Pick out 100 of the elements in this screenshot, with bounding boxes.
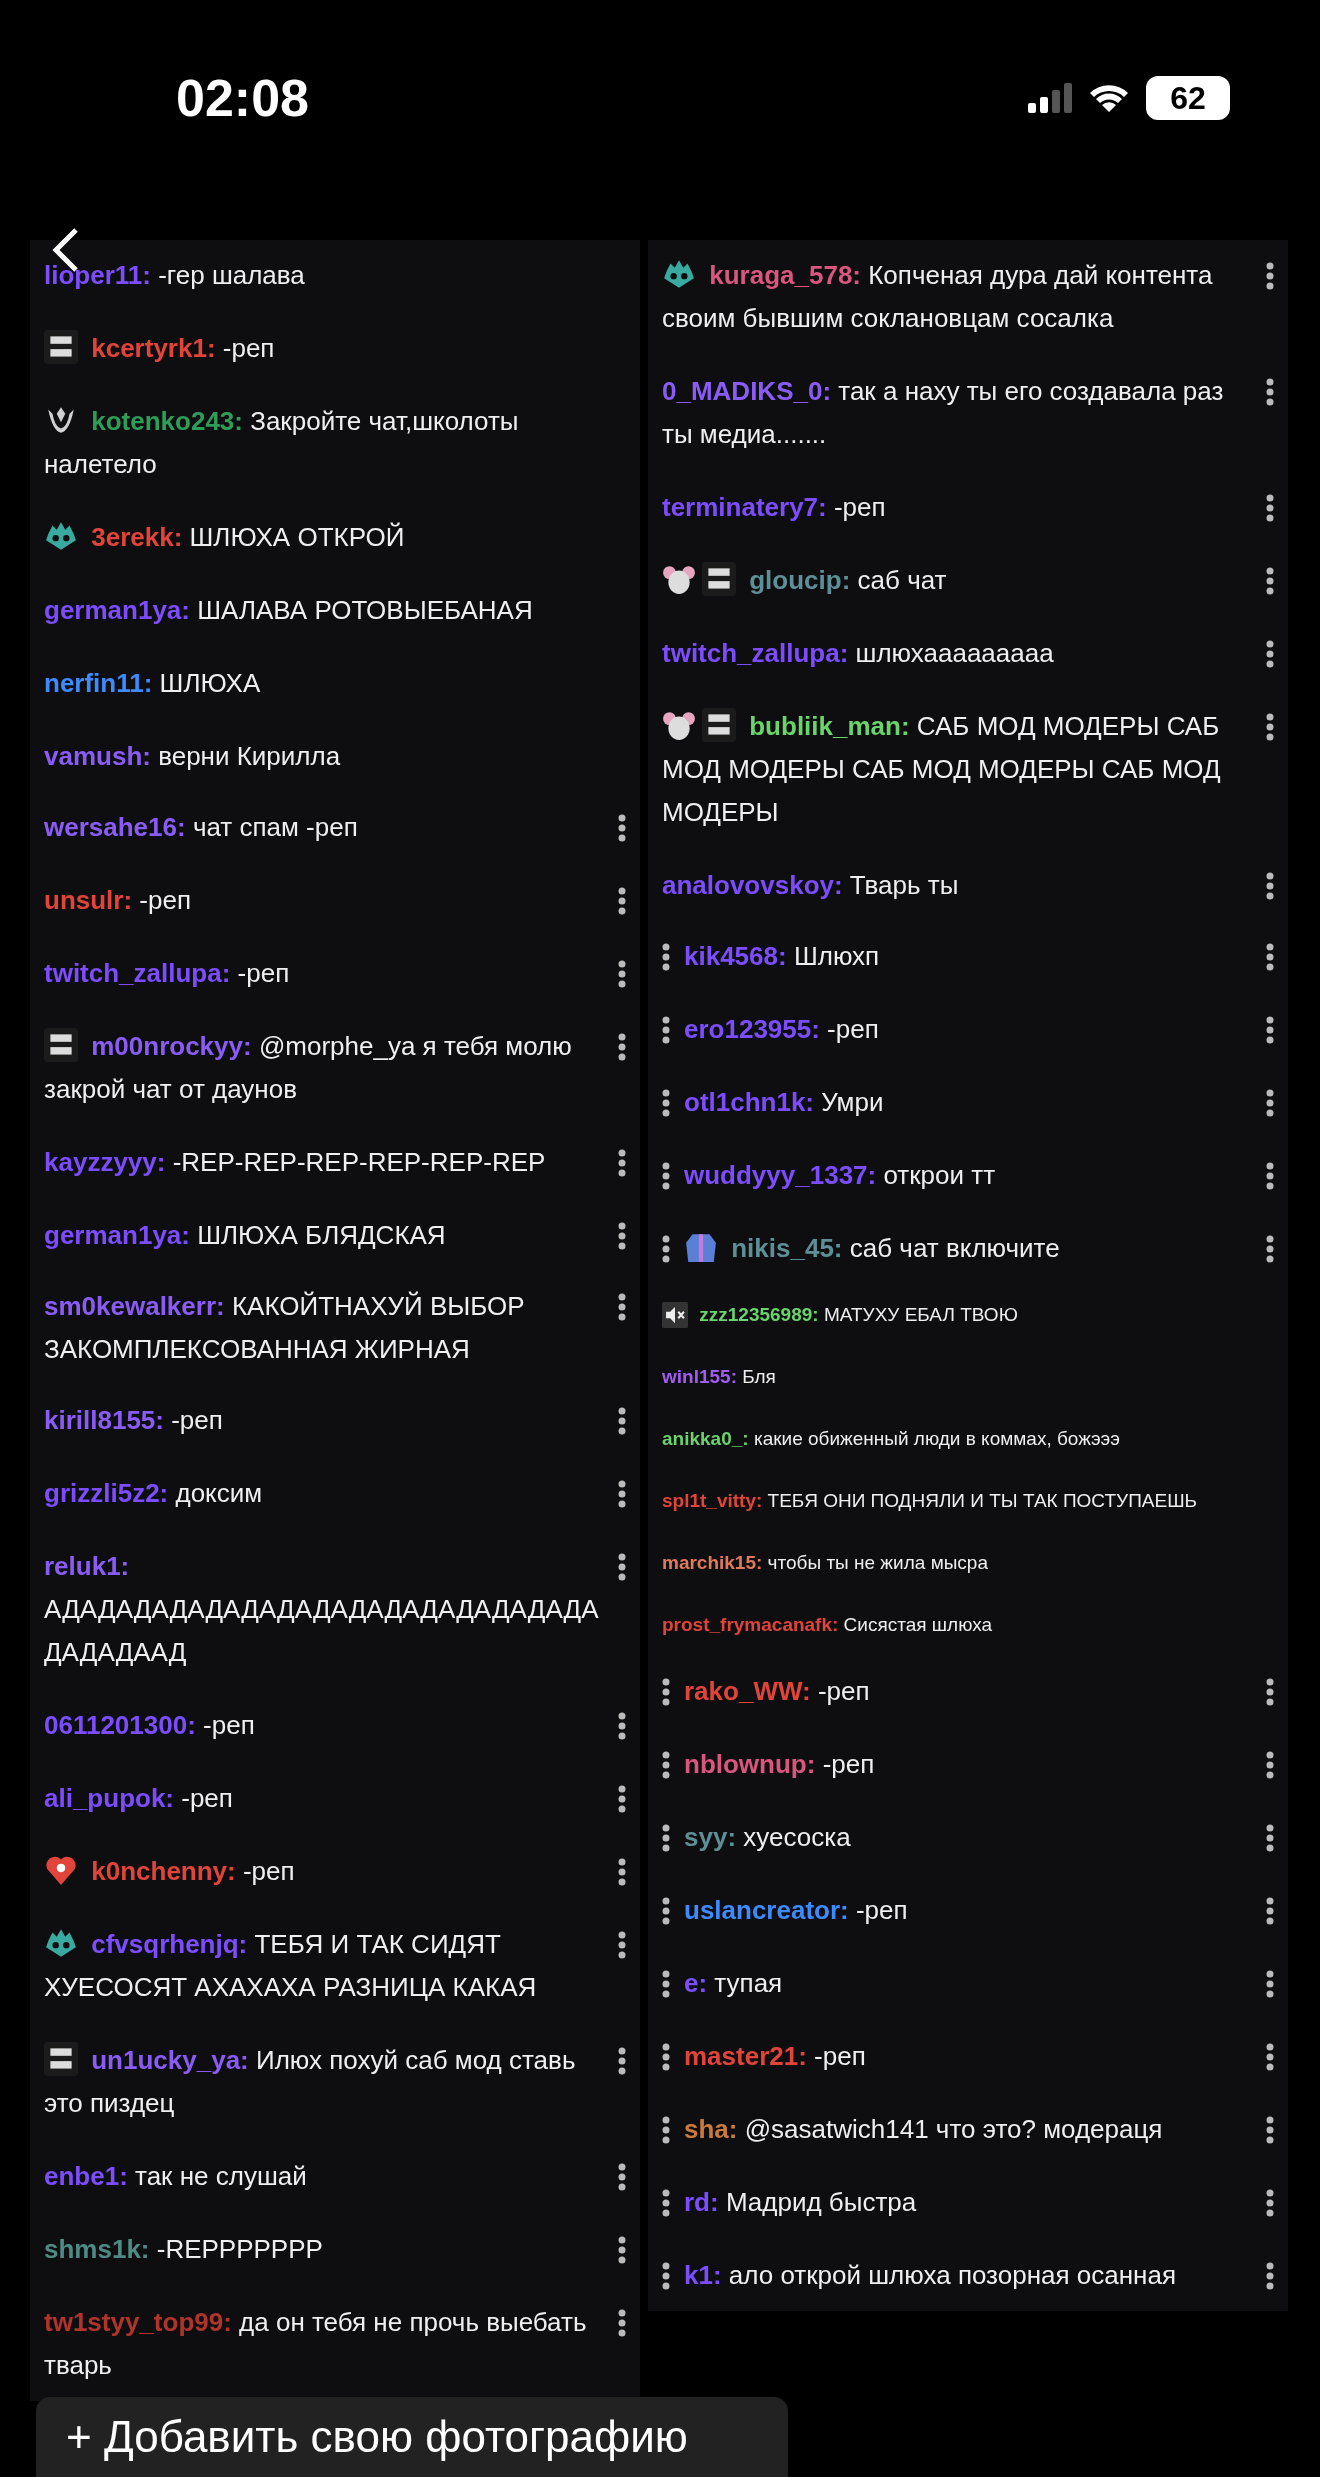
chat-message: lioper11: -гер шалава [44, 259, 306, 292]
more-icon[interactable] [1266, 1016, 1274, 1044]
more-icon[interactable] [618, 1149, 626, 1177]
chat-message: e: тупая [684, 1967, 784, 2000]
more-icon[interactable] [1266, 1897, 1274, 1925]
signal-icon [1028, 83, 1072, 113]
more-icon[interactable] [662, 2189, 670, 2217]
chat-message: sha: @sasatwich141 что это? модераця [684, 2113, 1164, 2146]
chat-message: winl155: Бля [662, 1365, 777, 1389]
badge-icon [44, 2042, 78, 2076]
more-icon[interactable] [662, 1016, 670, 1044]
chat-message: rako_WW: -реп [684, 1675, 871, 1708]
more-icon[interactable] [1266, 713, 1274, 741]
chat-message: german1ya: ШЛЮХА БЛЯДСКАЯ [44, 1219, 447, 1252]
chat-message: nerfin11: ШЛЮХА [44, 667, 262, 700]
chat-message: anikka0_: какие обиженный люди в коммах, божэээ [662, 1427, 1121, 1451]
chat-message: ali_pupok: -реп [44, 1782, 234, 1815]
chat-message: marchik15: чтобы ты не жила мысра [662, 1551, 989, 1575]
badge-icon [702, 708, 736, 742]
chat-message: kik4568: Шлюхп [684, 940, 881, 973]
more-icon[interactable] [662, 943, 670, 971]
more-icon[interactable] [618, 2047, 626, 2075]
more-icon[interactable] [1266, 2189, 1274, 2217]
chat-message: zzz12356989: МАТУХУ ЕБАЛ ТВОЮ [662, 1294, 1274, 1336]
more-icon[interactable] [618, 1407, 626, 1435]
more-icon[interactable] [1266, 1970, 1274, 1998]
more-icon[interactable] [1266, 1235, 1274, 1263]
chat-message: twitch_zallupa: шлюхааааааааа [662, 637, 1055, 670]
chat-message: gloucip: саб чат [662, 559, 1252, 602]
muted-speaker-icon [662, 1302, 688, 1328]
more-icon[interactable] [662, 2043, 670, 2071]
more-icon[interactable] [1266, 1089, 1274, 1117]
more-icon[interactable] [618, 2309, 626, 2337]
more-icon[interactable] [1266, 378, 1274, 406]
chat-message: kirill8155: -реп [44, 1404, 224, 1437]
chat-message: kotenko243: Закройте чат,школоты налетело [44, 400, 626, 486]
chat-message: bubliik_man: САБ МОД МОДЕРЫ САБ МОД МОДЕРЫ САБ МОД МОДЕРЫ САБ МОД МОДЕРЫ [662, 705, 1252, 834]
chat-message: wuddyyy_1337: открои тт [684, 1159, 997, 1192]
more-icon[interactable] [1266, 494, 1274, 522]
more-icon[interactable] [1266, 1678, 1274, 1706]
chat-message: twitch_zallupa: -реп [44, 957, 291, 990]
more-icon[interactable] [662, 1970, 670, 1998]
more-icon[interactable] [1266, 943, 1274, 971]
more-icon[interactable] [618, 1712, 626, 1740]
more-icon[interactable] [618, 1931, 626, 1959]
battery-icon: 62 [1146, 76, 1230, 120]
chat-message: unsulr: -реп [44, 884, 192, 917]
chat-message: 3erekk: ШЛЮХА ОТКРОЙ [44, 516, 626, 559]
chat-message: m00nrockyy: @morphe_ya я тебя молю закрой чат от даунов [44, 1025, 604, 1111]
chat-message: kcertyrk1: -реп [44, 327, 626, 370]
chat-message: vamush: верни Кирилла [44, 740, 342, 773]
more-icon[interactable] [618, 1222, 626, 1250]
more-icon[interactable] [618, 2236, 626, 2264]
chat-message: ero123955: -реп [684, 1013, 880, 1046]
chat-message: uslancreator: -реп [684, 1894, 909, 1927]
more-icon[interactable] [662, 2262, 670, 2290]
chat-message: sm0kewalkerr: КАКОЙТНАХУЙ ВЫБОР ЗАКОМПЛЕКСОВАННАЯ ЖИРНАЯ [44, 1290, 526, 1366]
more-icon[interactable] [618, 1785, 626, 1813]
more-icon[interactable] [1266, 640, 1274, 668]
status-time: 02:08 [176, 68, 309, 128]
more-icon[interactable] [618, 2163, 626, 2191]
more-icon[interactable] [1266, 1824, 1274, 1852]
more-icon[interactable] [662, 1751, 670, 1779]
more-icon[interactable] [1266, 1162, 1274, 1190]
chat-message: kuraga_578: Копченая дура дай контента своим бывшим сокланoвцам сосалка [662, 254, 1252, 340]
more-icon[interactable] [1266, 2043, 1274, 2071]
more-icon[interactable] [618, 1033, 626, 1061]
chat-message: nblownup: -реп [684, 1748, 876, 1781]
more-icon[interactable] [618, 960, 626, 988]
chat-message: tw1styy_top99: да он тебя не прочь выебать тварь [44, 2306, 588, 2382]
more-icon[interactable] [662, 1897, 670, 1925]
more-icon[interactable] [618, 1293, 626, 1321]
chat-message: terminatery7: -реп [662, 491, 887, 524]
more-icon[interactable] [1266, 262, 1274, 290]
more-icon[interactable] [1266, 872, 1274, 900]
chat-message: un1ucky_ya: Илюх похуй саб мод ставь это пиздец [44, 2039, 604, 2125]
more-icon[interactable] [662, 2116, 670, 2144]
more-icon[interactable] [662, 1678, 670, 1706]
more-icon[interactable] [1266, 2116, 1274, 2144]
chat-message: enbe1: так не слушай [44, 2160, 308, 2193]
chat-message: german1ya: ШАЛАВА РОТОВЫЕБАНАЯ [44, 594, 534, 627]
chat-message: shms1k: -REPPPPPPP [44, 2233, 324, 2266]
more-icon[interactable] [662, 1235, 670, 1263]
chat-message: reluk1: АДАДАДАДАДАДАДАДАДАДАДАДАДАДАДАДАДАДААД [44, 1550, 600, 1669]
more-icon[interactable] [618, 1553, 626, 1581]
more-icon[interactable] [1266, 567, 1274, 595]
more-icon[interactable] [662, 1824, 670, 1852]
chat-message: wersahe16: чат спам -реп [44, 811, 359, 844]
chat-message: 0611201300: -реп [44, 1709, 256, 1742]
more-icon[interactable] [618, 1480, 626, 1508]
chat-message: otl1chn1k: Умри [684, 1086, 885, 1119]
more-icon[interactable] [1266, 2262, 1274, 2290]
more-icon[interactable] [662, 1089, 670, 1117]
more-icon[interactable] [618, 1858, 626, 1886]
more-icon[interactable] [618, 814, 626, 842]
more-icon[interactable] [1266, 1751, 1274, 1779]
more-icon[interactable] [618, 887, 626, 915]
chat-message: cfvsqrhenjq: ТЕБЯ И ТАК СИДЯТ ХУЕСОСЯТ АХАХАХА РАЗНИЦА КАКАЯ [44, 1923, 604, 2009]
add-photo-button[interactable]: + Добавить свою фотографию [36, 2397, 788, 2477]
more-icon[interactable] [662, 1162, 670, 1190]
